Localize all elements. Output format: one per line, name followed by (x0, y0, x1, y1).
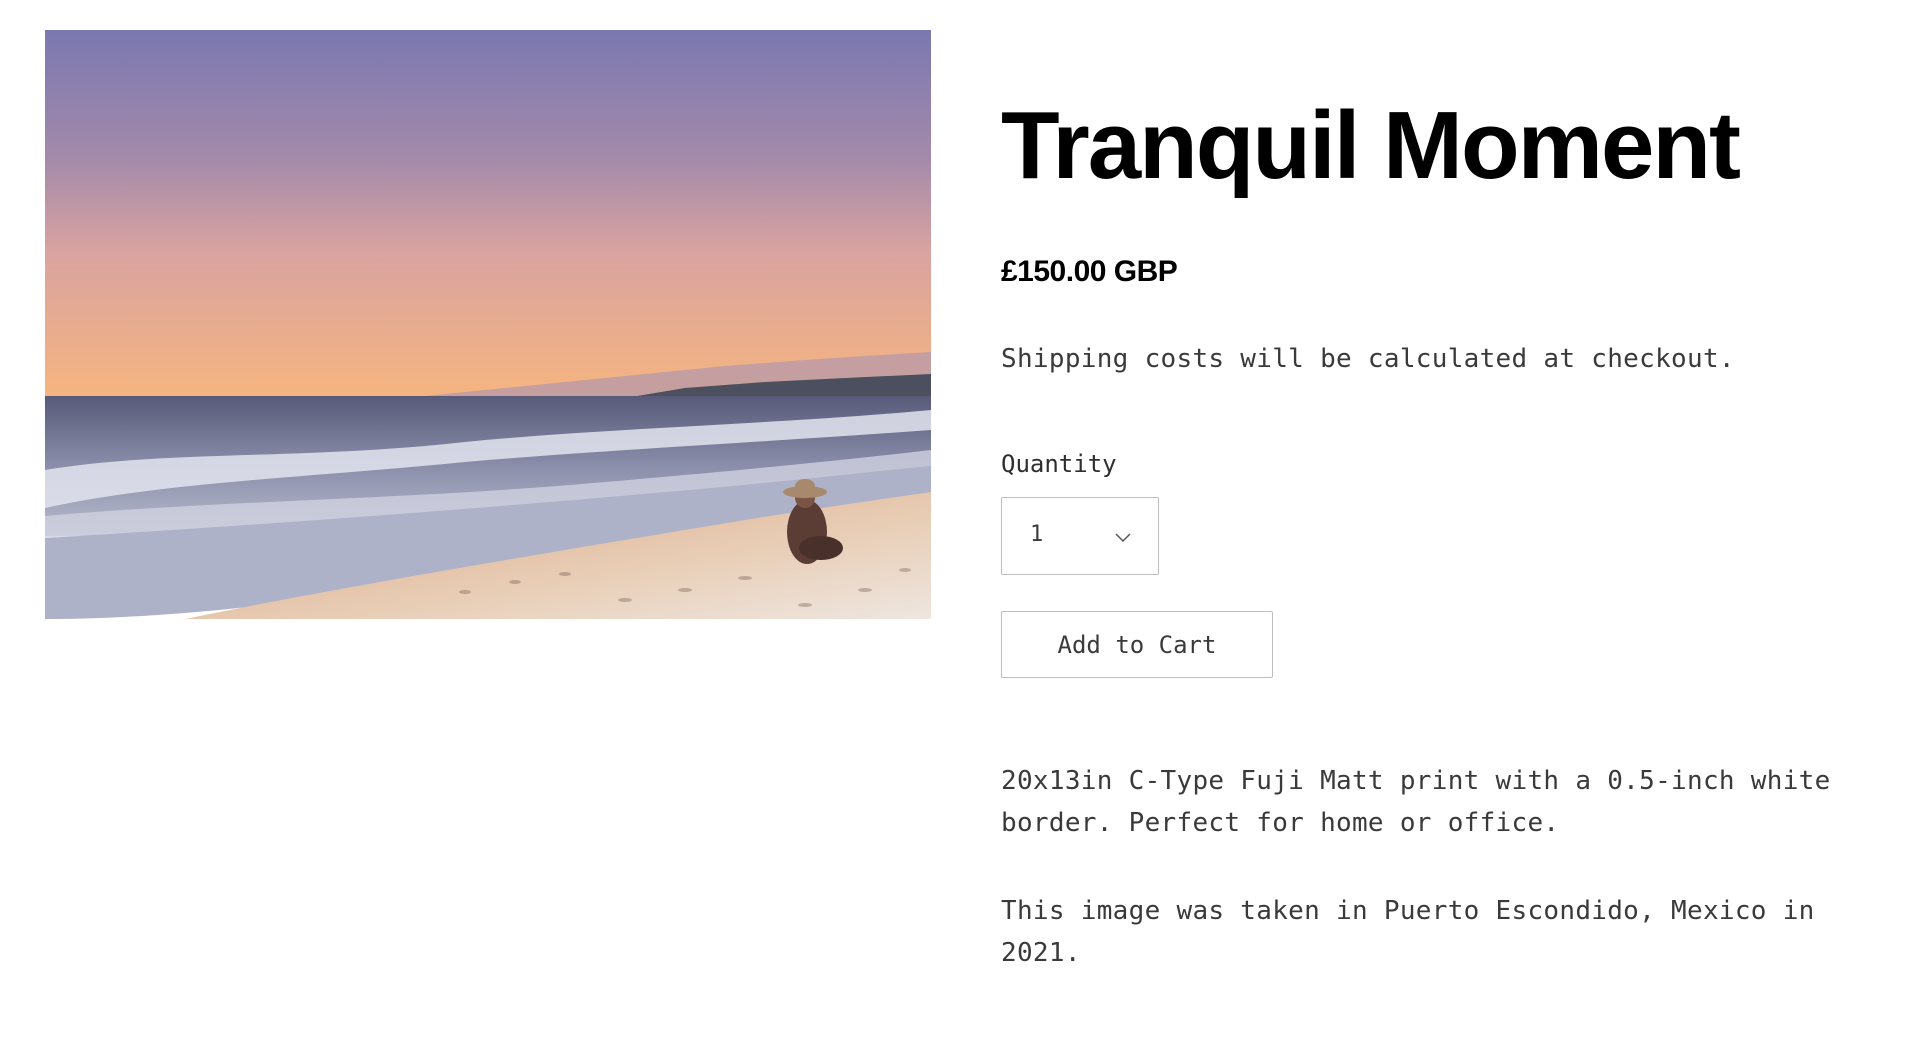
description-paragraph: This image was taken in Puerto Escondido… (1001, 896, 1815, 968)
product-price: £150.00 GBP (1001, 255, 1178, 288)
product-photo (45, 30, 931, 619)
chevron-down-icon (1114, 528, 1132, 546)
product-description: 20x13in C-Type Fuji Matt print with a 0.… (1001, 760, 1901, 1020)
add-to-cart-button[interactable]: Add to Cart (1001, 611, 1273, 678)
quantity-value: 1 (1030, 522, 1044, 547)
description-paragraph: 20x13in C-Type Fuji Matt print with a 0.… (1001, 766, 1831, 838)
product-title: Tranquil Moment (1001, 92, 1741, 199)
quantity-select[interactable]: 1 (1001, 497, 1159, 575)
shipping-note: Shipping costs will be calculated at che… (1001, 344, 1735, 374)
quantity-label: Quantity (1001, 450, 1117, 478)
product-image[interactable] (45, 30, 931, 619)
